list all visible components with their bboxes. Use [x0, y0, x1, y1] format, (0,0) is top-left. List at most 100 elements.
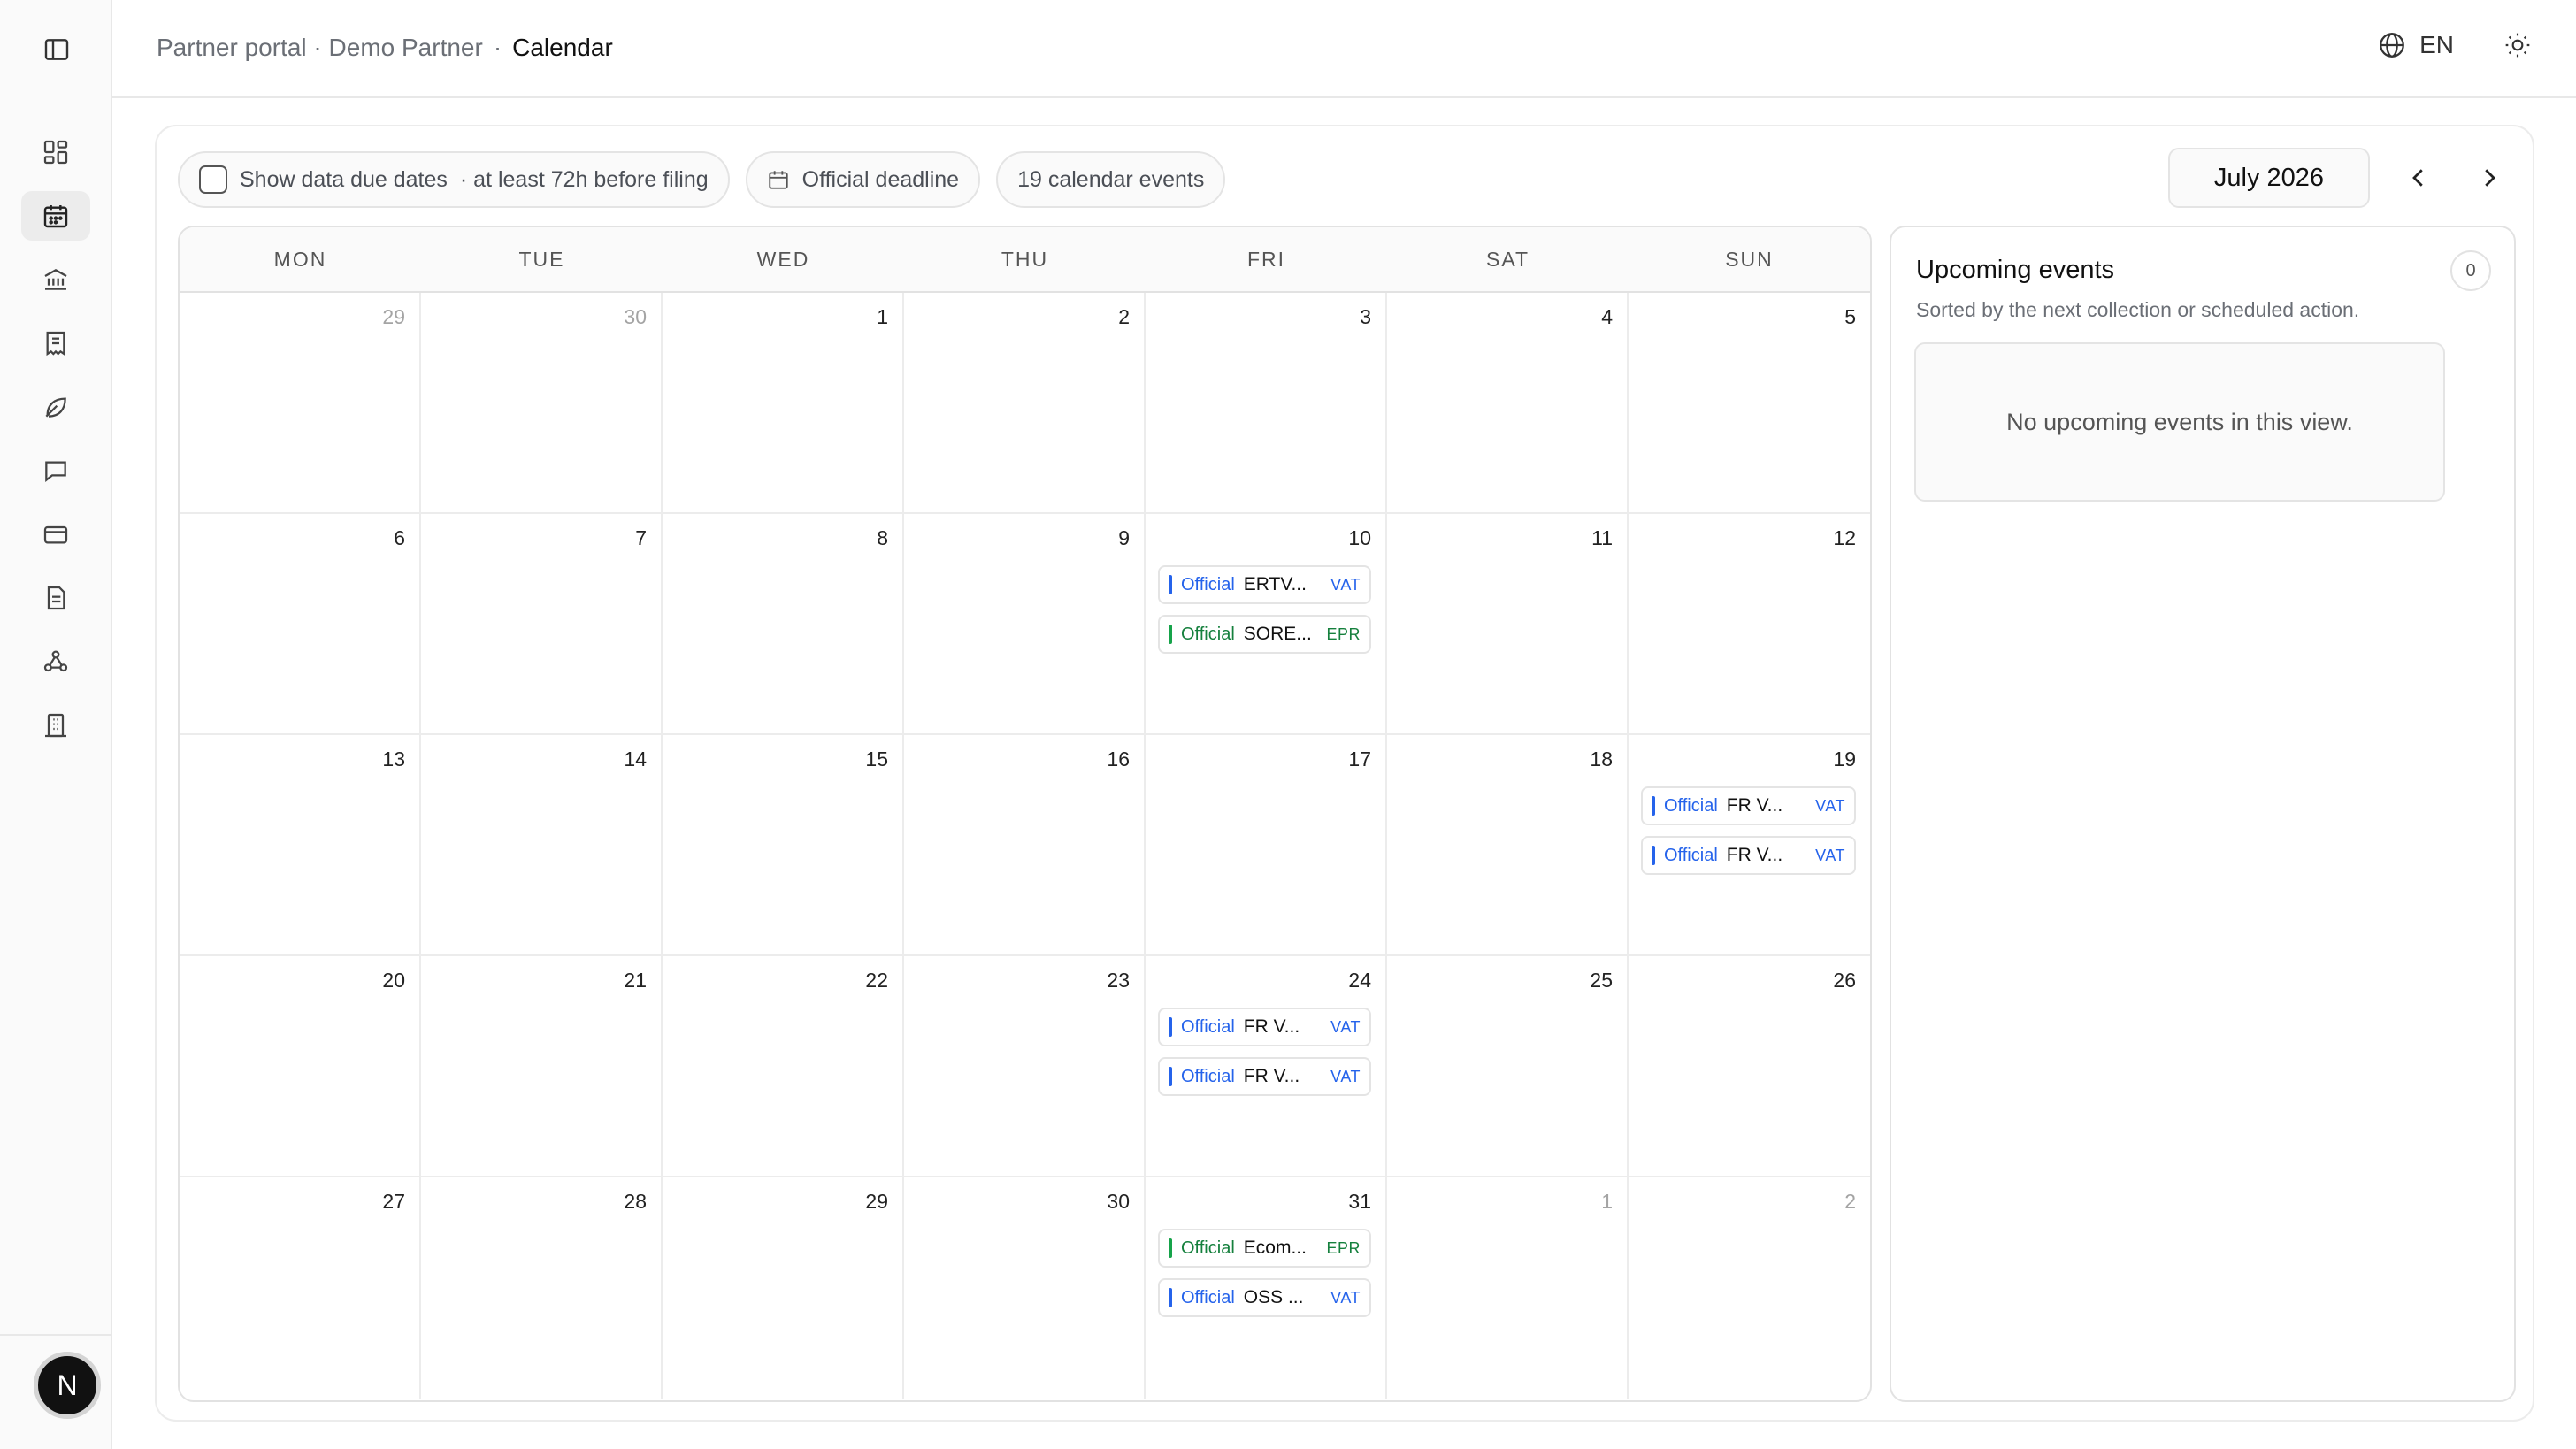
sidebar-item-webhooks[interactable]	[21, 637, 90, 686]
globe-icon	[2380, 33, 2404, 58]
calendar-day[interactable]: 6	[180, 514, 421, 735]
receipt-icon	[46, 331, 65, 356]
event-kind: Official	[1181, 1238, 1235, 1258]
calendar-event[interactable]: Official ERTV... VAT	[1158, 565, 1371, 604]
calendar-toolbar: Show data due dates · at least 72h befor…	[178, 151, 1226, 208]
calendar-event[interactable]: Official OSS ... VAT	[1158, 1278, 1371, 1317]
weekday-label: MON	[273, 247, 327, 271]
show-due-dates-toggle[interactable]: Show data due dates · at least 72h befor…	[178, 151, 730, 208]
sidebar-item-sustainability[interactable]	[21, 382, 90, 432]
weekday-label: FRI	[1246, 247, 1286, 271]
sidebar-divider	[0, 1334, 112, 1336]
sidebar-toggle-icon	[44, 39, 69, 60]
calendar-event[interactable]: Official FR V... VAT	[1158, 1008, 1371, 1046]
calendar-day[interactable]: 20	[180, 956, 421, 1177]
event-tag: VAT	[1330, 575, 1361, 594]
calendar-day[interactable]: 28	[421, 1177, 663, 1399]
event-kind: Official	[1181, 574, 1235, 594]
calendar-day[interactable]: 23	[904, 956, 1146, 1177]
top-bar: Partner portal · Demo Partner · Calendar…	[112, 0, 2576, 98]
previous-month-button[interactable]	[2396, 156, 2441, 200]
language-label: EN	[2419, 31, 2454, 58]
day-number: 18	[1590, 748, 1613, 770]
sidebar-item-dashboard[interactable]	[21, 127, 90, 177]
avatar[interactable]: N	[34, 1352, 101, 1419]
calendar-event[interactable]: Official FR V... VAT	[1641, 786, 1856, 825]
upcoming-count-badge: 0	[2450, 250, 2491, 291]
event-title: FR V...	[1726, 845, 1783, 865]
calendar-day[interactable]: 14	[421, 735, 663, 956]
event-color-bar	[1169, 1017, 1172, 1037]
event-kind: Official	[1181, 1016, 1235, 1037]
calendar-day[interactable]: 4	[1387, 293, 1629, 514]
calendar-day[interactable]: 22	[663, 956, 904, 1177]
day-number: 31	[1348, 1190, 1371, 1213]
calendar-day[interactable]: 15	[663, 735, 904, 956]
calendar-day[interactable]: 1	[663, 293, 904, 514]
calendar-day[interactable]: 11	[1387, 514, 1629, 735]
day-number: 11	[1591, 526, 1613, 549]
calendar-day[interactable]: 17	[1146, 735, 1387, 956]
event-title: ERTV...	[1243, 574, 1307, 594]
calendar-day[interactable]: 3	[1146, 293, 1387, 514]
theme-toggle-button[interactable]	[2503, 31, 2532, 59]
calendar-day[interactable]: 5	[1629, 293, 1870, 514]
calendar-day[interactable]: 1	[1387, 1177, 1629, 1399]
event-title: SORE...	[1243, 624, 1312, 644]
calendar-day[interactable]: 9	[904, 514, 1146, 735]
calendar-day[interactable]: 2	[904, 293, 1146, 514]
language-switcher[interactable]: EN	[2377, 30, 2454, 60]
sidebar-item-calendar[interactable]	[21, 191, 90, 241]
calendar-day[interactable]: 29	[180, 293, 421, 514]
calendar-day[interactable]: 19 Official FR V... VAT Official FR V... VAT	[1629, 735, 1870, 956]
day-number: 30	[624, 305, 647, 328]
page-title: Calendar	[512, 34, 613, 61]
sidebar: N	[0, 0, 112, 1449]
calendar-day[interactable]: 26	[1629, 956, 1870, 1177]
day-number: 2	[1844, 1190, 1856, 1213]
sidebar-toggle-button[interactable]	[39, 34, 74, 65]
calendar-day[interactable]: 18	[1387, 735, 1629, 956]
event-color-bar	[1169, 1288, 1172, 1307]
breadcrumb-separator: ·	[493, 34, 502, 61]
calendar-day[interactable]: 29	[663, 1177, 904, 1399]
calendar-day[interactable]: 24 Official FR V... VAT Official FR V... VAT	[1146, 956, 1387, 1177]
month-selector[interactable]: July 2026	[2168, 148, 2370, 208]
calendar-day[interactable]: 7	[421, 514, 663, 735]
day-number: 27	[382, 1190, 405, 1213]
calendar-event[interactable]: Official FR V... VAT	[1641, 836, 1856, 875]
day-number: 12	[1833, 526, 1856, 549]
sidebar-item-messages[interactable]	[21, 446, 90, 495]
sidebar-item-receipts[interactable]	[21, 318, 90, 368]
event-color-bar	[1169, 1238, 1172, 1258]
next-month-button[interactable]	[2467, 156, 2511, 200]
sidebar-item-organization[interactable]	[21, 701, 90, 750]
sidebar-item-billing[interactable]	[21, 510, 90, 559]
calendar-day[interactable]: 16	[904, 735, 1146, 956]
calendar-day[interactable]: 10 Official ERTV... VAT Official SORE... EPR	[1146, 514, 1387, 735]
calendar-day[interactable]: 25	[1387, 956, 1629, 1177]
calendar-event[interactable]: Official SORE... EPR	[1158, 615, 1371, 654]
calendar-day[interactable]: 2	[1629, 1177, 1870, 1399]
sun-icon	[2505, 33, 2530, 58]
breadcrumb-portal[interactable]: Partner portal · Demo Partner	[157, 34, 483, 62]
calendar-day[interactable]: 8	[663, 514, 904, 735]
sidebar-item-bank[interactable]	[21, 255, 90, 304]
calendar-day[interactable]: 31 Official Ecom... EPR Official OSS ... VAT	[1146, 1177, 1387, 1399]
calendar-day[interactable]: 27	[180, 1177, 421, 1399]
leaf-icon	[45, 397, 66, 418]
official-deadline-legend: Official deadline	[745, 151, 981, 208]
event-kind: Official	[1181, 624, 1235, 644]
calendar-event[interactable]: Official FR V... VAT	[1158, 1057, 1371, 1096]
upcoming-subtitle: Sorted by the next collection or schedul…	[1916, 298, 2360, 321]
sidebar-item-documents[interactable]	[21, 573, 90, 623]
calendar-day[interactable]: 21	[421, 956, 663, 1177]
calendar-day[interactable]: 13	[180, 735, 421, 956]
calendar-day[interactable]: 30	[904, 1177, 1146, 1399]
calendar-day[interactable]: 12	[1629, 514, 1870, 735]
show-due-dates-checkbox[interactable]	[199, 165, 227, 194]
calendar-event[interactable]: Official Ecom... EPR	[1158, 1229, 1371, 1268]
calendar-day[interactable]: 30	[421, 293, 663, 514]
day-number: 17	[1348, 748, 1371, 770]
event-tag: VAT	[1330, 1017, 1361, 1036]
